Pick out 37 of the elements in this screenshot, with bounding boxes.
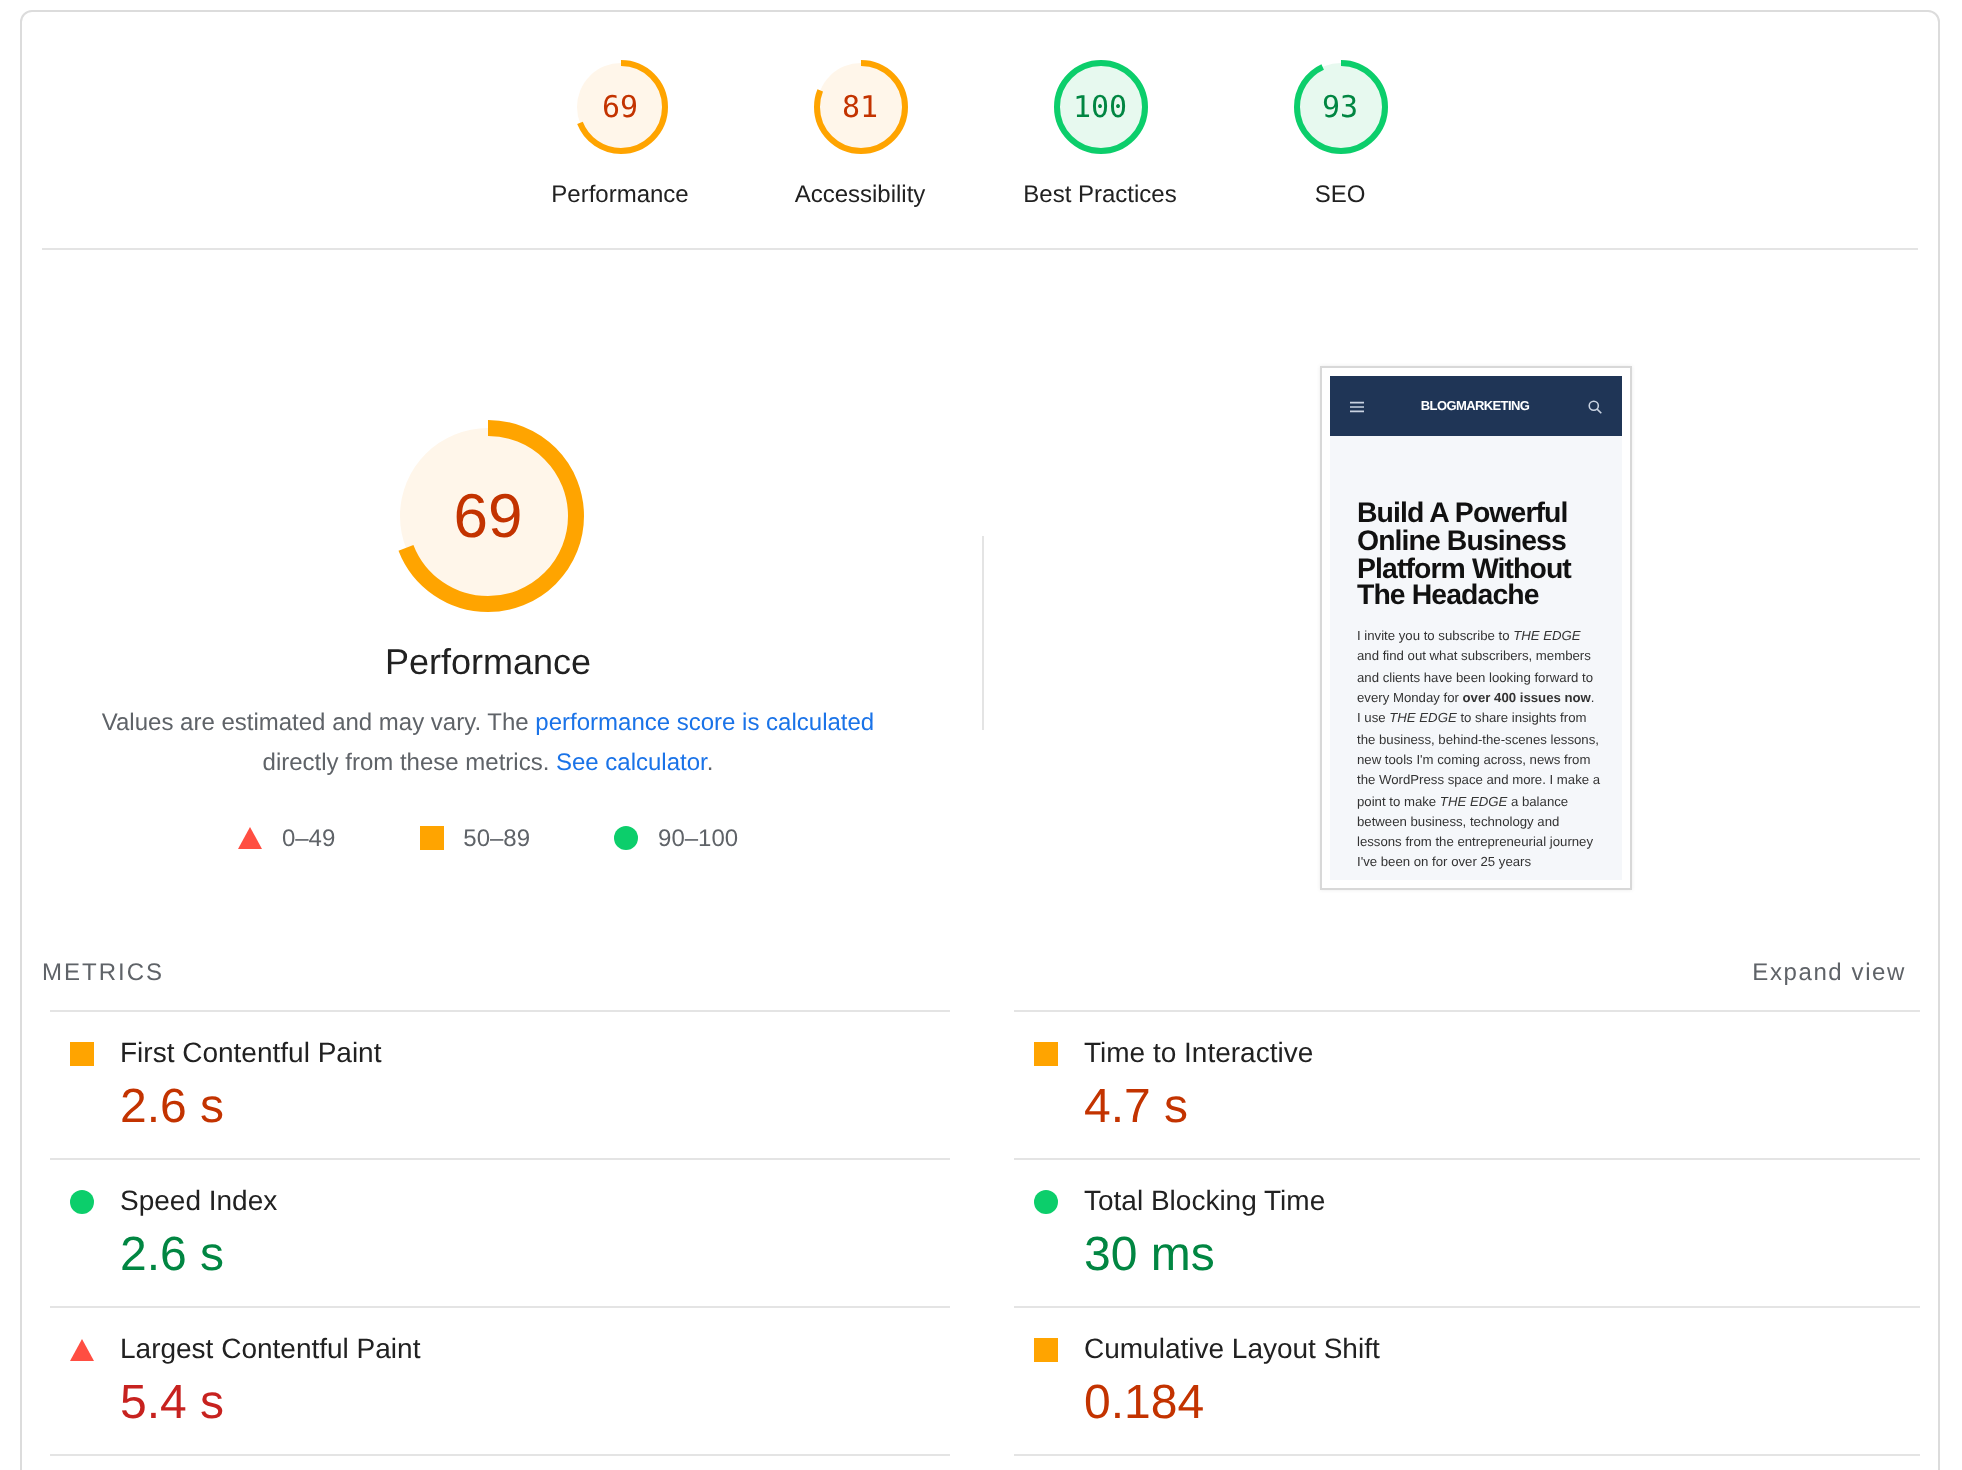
metric-value: 0.184: [1084, 1374, 1205, 1434]
description-link[interactable]: performance score is calculated: [535, 708, 875, 736]
performance-title: Performance: [384, 640, 592, 686]
screenshot-headline: Build A Powerful Online Business Platform Without The Headache: [1357, 502, 1574, 613]
metrics-heading: METRICS: [42, 956, 164, 990]
metric-label: First Contentful Paint: [120, 1034, 382, 1072]
performance-score: 69: [453, 485, 523, 547]
metric-value: 5.4 s: [120, 1374, 225, 1434]
category-label: SEO: [1314, 178, 1366, 210]
score-number: 81: [841, 92, 879, 122]
metric-label: Time to Interactive: [1084, 1034, 1314, 1072]
expand-view-button[interactable]: Expand view: [1752, 952, 1906, 992]
menu-icon: [1349, 399, 1363, 413]
description-link[interactable]: See calculator: [555, 748, 707, 776]
category-label: Best Practices: [1023, 178, 1177, 210]
search-icon: [1587, 399, 1601, 413]
score-gauge: [1293, 60, 1387, 154]
category-label: Performance: [551, 178, 689, 210]
score-gauge: [1053, 60, 1147, 154]
metric-label: Speed Index: [120, 1182, 278, 1220]
score-number: 69: [601, 92, 639, 122]
score-description: Values are estimated and may vary. The performance score is calculated directly from these metrics. See calculator.: [99, 706, 877, 780]
metric-value: 2.6 s: [120, 1078, 225, 1138]
score-gauge: [573, 60, 667, 154]
metric-label: Largest Contentful Paint: [120, 1330, 421, 1368]
legend-label: 90–100: [658, 822, 739, 854]
score-gauge: [813, 60, 907, 154]
category-label: Accessibility: [794, 178, 926, 210]
legend-label: 0–49: [281, 822, 336, 854]
metric-value: 4.7 s: [1084, 1078, 1189, 1138]
legend-label: 50–89: [463, 822, 531, 854]
metric-label: Total Blocking Time: [1084, 1182, 1326, 1220]
metric-label: Cumulative Layout Shift: [1084, 1330, 1380, 1368]
metric-value: 30 ms: [1084, 1226, 1215, 1286]
metric-value: 2.6 s: [120, 1226, 225, 1286]
score-number: 100: [1072, 92, 1128, 122]
score-number: 93: [1321, 92, 1359, 122]
